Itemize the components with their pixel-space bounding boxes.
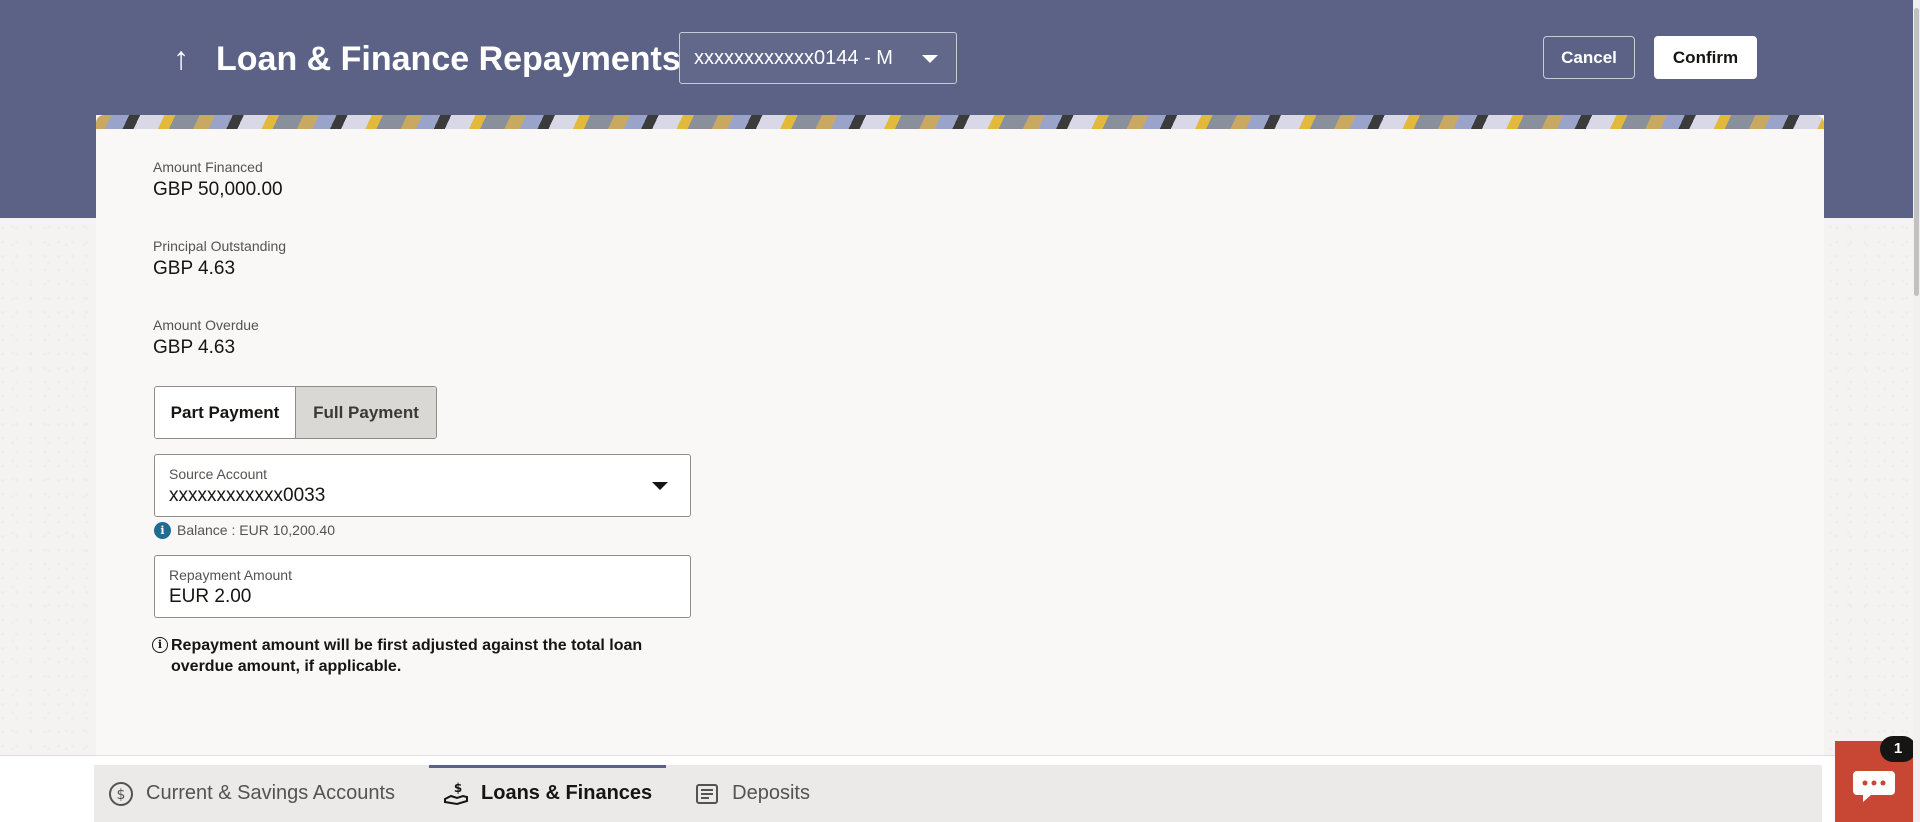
part-payment-option[interactable]: Part Payment	[155, 387, 296, 438]
tab-loans-finances[interactable]: $ Loans & Finances	[429, 765, 667, 822]
loan-account-select[interactable]: xxxxxxxxxxxx0144 - M	[679, 32, 957, 84]
payment-type-toggle: Part Payment Full Payment	[154, 386, 437, 439]
svg-text:$: $	[454, 781, 462, 795]
amount-financed-value: GBP 50,000.00	[153, 179, 283, 200]
repayment-note-text: Repayment amount will be first adjusted …	[171, 637, 643, 675]
back-arrow-icon[interactable]: ↑	[166, 38, 196, 78]
cancel-button[interactable]: Cancel	[1543, 36, 1635, 79]
dollar-circle-icon: $	[108, 781, 134, 807]
chevron-down-icon	[652, 482, 668, 490]
tab-label: Current & Savings Accounts	[146, 782, 396, 804]
repayment-amount-value: EUR 2.00	[169, 586, 252, 607]
repayment-note: i Repayment amount will be first adjuste…	[152, 635, 672, 677]
source-account-label: Source Account	[169, 466, 268, 482]
info-icon: i	[154, 521, 171, 539]
full-payment-option[interactable]: Full Payment	[296, 387, 436, 438]
loan-account-value: xxxxxxxxxxxx0144 - M	[694, 47, 893, 69]
svg-text:$: $	[117, 787, 126, 803]
amount-overdue-value: GBP 4.63	[153, 337, 236, 358]
decorative-banner	[96, 115, 1824, 129]
scrollbar-thumb[interactable]	[1914, 8, 1919, 296]
amount-overdue-label: Amount Overdue	[153, 317, 259, 333]
page-header: ↑ Loan & Finance Repayments xxxxxxxxxxxx…	[0, 0, 1920, 115]
chevron-down-icon	[922, 55, 938, 63]
repayment-amount-field[interactable]: Repayment Amount EUR 2.00	[154, 555, 691, 618]
hand-money-icon: $	[443, 781, 469, 807]
principal-outstanding-value: GBP 4.63	[153, 258, 236, 279]
principal-outstanding-label: Principal Outstanding	[153, 238, 287, 254]
deposits-icon	[694, 781, 720, 807]
source-account-value: xxxxxxxxxxxx0033	[169, 485, 326, 506]
tab-deposits[interactable]: Deposits	[680, 765, 824, 822]
tab-label: Loans & Finances	[481, 782, 653, 804]
product-tabs: $ Current & Savings Accounts $ Loans & F…	[94, 765, 1822, 822]
chat-notification-badge: 1	[1880, 736, 1916, 762]
amount-financed-label: Amount Financed	[153, 159, 263, 175]
tab-label: Deposits	[732, 782, 810, 804]
balance-text: Balance : EUR 10,200.40	[177, 522, 335, 538]
balance-info: i Balance : EUR 10,200.40	[154, 520, 335, 540]
info-outline-icon: i	[152, 637, 168, 653]
repayment-amount-label: Repayment Amount	[169, 567, 292, 583]
confirm-button[interactable]: Confirm	[1654, 36, 1757, 79]
source-account-select[interactable]: Source Account xxxxxxxxxxxx0033	[154, 454, 691, 517]
page-title: Loan & Finance Repayments	[216, 40, 681, 78]
tab-current-savings[interactable]: $ Current & Savings Accounts	[94, 765, 409, 822]
